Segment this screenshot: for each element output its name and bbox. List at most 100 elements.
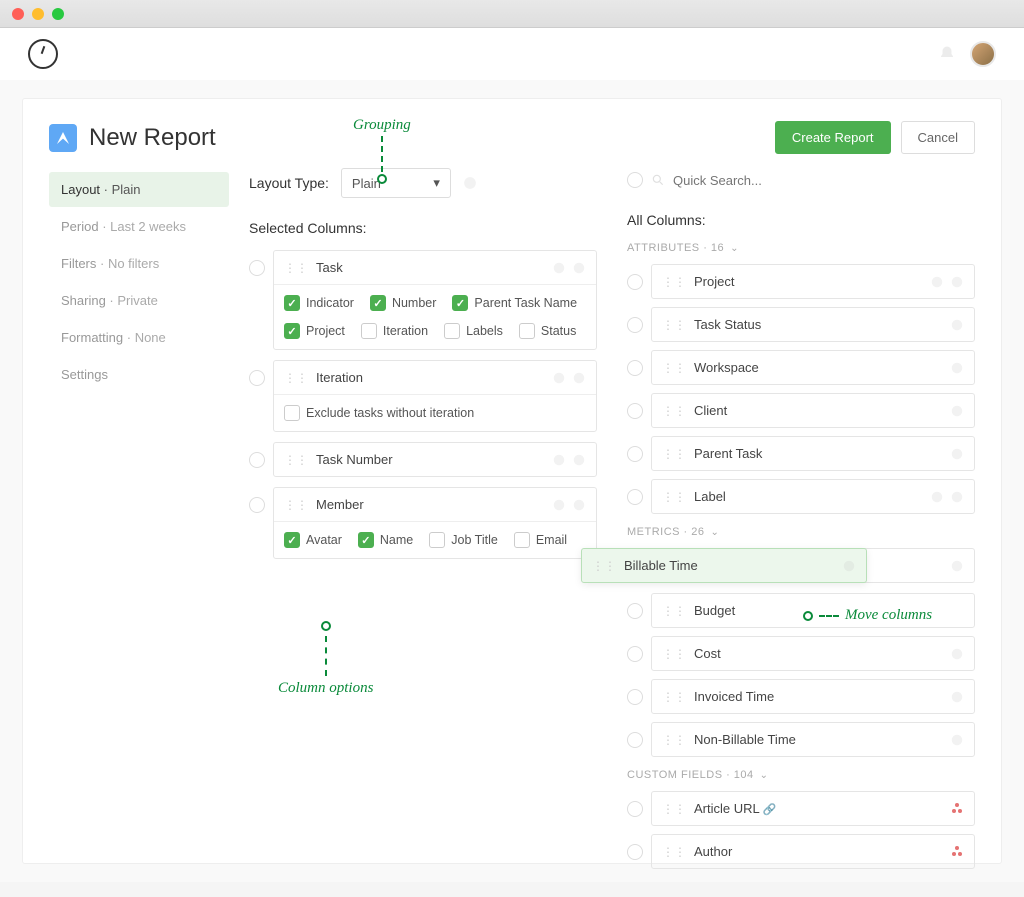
drag-handle-icon[interactable]: ⋮⋮ <box>662 277 686 287</box>
sidebar-item-filters[interactable]: Filters · No filters <box>49 246 229 281</box>
available-column-workspace[interactable]: ⋮⋮Workspace <box>651 350 975 385</box>
group-radio[interactable] <box>627 801 643 817</box>
column-header[interactable]: ⋮⋮Member <box>274 488 596 521</box>
group-radio[interactable] <box>627 844 643 860</box>
group-radio[interactable] <box>627 689 643 705</box>
checkbox[interactable] <box>370 295 386 311</box>
available-column-client[interactable]: ⋮⋮Client <box>651 393 975 428</box>
option-status[interactable]: Status <box>519 323 576 339</box>
drag-handle-icon[interactable]: ⋮⋮ <box>592 561 616 571</box>
gear-icon[interactable] <box>930 490 944 504</box>
info-icon[interactable] <box>950 275 964 289</box>
checkbox[interactable] <box>519 323 535 339</box>
group-header-custom-fields[interactable]: CUSTOM FIELDS · 104 ⌄ <box>627 769 975 781</box>
gear-icon[interactable] <box>552 371 566 385</box>
info-icon[interactable] <box>950 690 964 704</box>
window-min-dot[interactable] <box>32 8 44 20</box>
available-column-budget[interactable]: ⋮⋮Budget <box>651 593 975 628</box>
drag-handle-icon[interactable]: ⋮⋮ <box>662 406 686 416</box>
group-radio[interactable] <box>627 646 643 662</box>
option-parent-task-name[interactable]: Parent Task Name <box>452 295 577 311</box>
sidebar-item-settings[interactable]: Settings <box>49 357 229 392</box>
drag-handle-icon[interactable]: ⋮⋮ <box>284 373 308 383</box>
drag-handle-icon[interactable]: ⋮⋮ <box>284 500 308 510</box>
dragging-column[interactable]: ⋮⋮ Billable Time <box>581 548 867 583</box>
info-icon[interactable] <box>463 176 477 190</box>
checkbox[interactable] <box>444 323 460 339</box>
drag-handle-icon[interactable]: ⋮⋮ <box>662 449 686 459</box>
available-column-task-status[interactable]: ⋮⋮Task Status <box>651 307 975 342</box>
info-icon[interactable] <box>572 453 586 467</box>
available-column-invoiced-time[interactable]: ⋮⋮Invoiced Time <box>651 679 975 714</box>
drag-handle-icon[interactable]: ⋮⋮ <box>284 263 308 273</box>
drag-handle-icon[interactable]: ⋮⋮ <box>662 649 686 659</box>
column-header[interactable]: ⋮⋮Task Number <box>274 443 596 476</box>
group-radio[interactable] <box>627 446 643 462</box>
checkbox[interactable] <box>284 405 300 421</box>
search-input[interactable] <box>673 173 975 188</box>
option-indicator[interactable]: Indicator <box>284 295 354 311</box>
info-icon[interactable] <box>572 371 586 385</box>
available-column-cost[interactable]: ⋮⋮Cost <box>651 636 975 671</box>
drag-handle-icon[interactable]: ⋮⋮ <box>284 455 308 465</box>
info-icon[interactable] <box>950 361 964 375</box>
group-radio[interactable] <box>249 452 265 468</box>
gear-icon[interactable] <box>552 453 566 467</box>
user-avatar[interactable] <box>970 41 996 67</box>
checkbox[interactable] <box>284 532 300 548</box>
cancel-button[interactable]: Cancel <box>901 121 975 154</box>
group-radio[interactable] <box>627 489 643 505</box>
available-column-article-url[interactable]: ⋮⋮Article URL 🔗 <box>651 791 975 826</box>
info-icon[interactable] <box>950 647 964 661</box>
available-column-project[interactable]: ⋮⋮Project <box>651 264 975 299</box>
option-name[interactable]: Name <box>358 532 413 548</box>
gear-icon[interactable] <box>930 275 944 289</box>
option-labels[interactable]: Labels <box>444 323 503 339</box>
group-radio[interactable] <box>627 274 643 290</box>
option-avatar[interactable]: Avatar <box>284 532 342 548</box>
group-radio[interactable] <box>627 403 643 419</box>
create-report-button[interactable]: Create Report <box>775 121 891 154</box>
drag-handle-icon[interactable]: ⋮⋮ <box>662 847 686 857</box>
available-column-label[interactable]: ⋮⋮Label <box>651 479 975 514</box>
group-radio[interactable] <box>627 317 643 333</box>
group-header-attributes[interactable]: ATTRIBUTES · 16 ⌄ <box>627 242 975 254</box>
group-radio[interactable] <box>249 370 265 386</box>
available-column-parent-task[interactable]: ⋮⋮Parent Task <box>651 436 975 471</box>
sidebar-item-layout[interactable]: Layout · Plain <box>49 172 229 207</box>
option-iteration[interactable]: Iteration <box>361 323 428 339</box>
info-icon[interactable] <box>950 490 964 504</box>
sidebar-item-period[interactable]: Period · Last 2 weeks <box>49 209 229 244</box>
window-close-dot[interactable] <box>12 8 24 20</box>
drag-handle-icon[interactable]: ⋮⋮ <box>662 606 686 616</box>
group-radio[interactable] <box>249 260 265 276</box>
app-logo[interactable] <box>28 39 58 69</box>
drag-handle-icon[interactable]: ⋮⋮ <box>662 363 686 373</box>
column-header[interactable]: ⋮⋮Iteration <box>274 361 596 394</box>
option-job-title[interactable]: Job Title <box>429 532 498 548</box>
gear-icon[interactable] <box>552 498 566 512</box>
checkbox[interactable] <box>361 323 377 339</box>
option-email[interactable]: Email <box>514 532 567 548</box>
sidebar-item-formatting[interactable]: Formatting · None <box>49 320 229 355</box>
group-target-radio[interactable] <box>627 172 643 188</box>
drag-handle-icon[interactable]: ⋮⋮ <box>662 320 686 330</box>
gear-icon[interactable] <box>552 261 566 275</box>
checkbox[interactable] <box>514 532 530 548</box>
option-number[interactable]: Number <box>370 295 436 311</box>
drag-handle-icon[interactable]: ⋮⋮ <box>662 735 686 745</box>
info-icon[interactable] <box>950 733 964 747</box>
option-exclude-tasks-without-iteration[interactable]: Exclude tasks without iteration <box>284 405 474 421</box>
checkbox[interactable] <box>452 295 468 311</box>
info-icon[interactable] <box>572 498 586 512</box>
notifications-icon[interactable] <box>938 45 956 63</box>
info-icon[interactable] <box>950 318 964 332</box>
checkbox[interactable] <box>429 532 445 548</box>
available-column-non-billable-time[interactable]: ⋮⋮Non-Billable Time <box>651 722 975 757</box>
drag-handle-icon[interactable]: ⋮⋮ <box>662 692 686 702</box>
checkbox[interactable] <box>284 295 300 311</box>
sidebar-item-sharing[interactable]: Sharing · Private <box>49 283 229 318</box>
group-radio[interactable] <box>627 360 643 376</box>
group-radio[interactable] <box>627 603 643 619</box>
layout-type-select[interactable]: Plain ▾ <box>341 168 451 198</box>
